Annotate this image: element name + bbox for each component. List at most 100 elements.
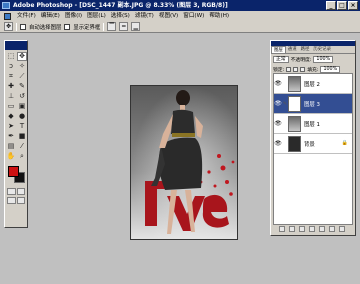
link-layers-icon[interactable]: [279, 226, 285, 232]
edit-mode-row: [5, 187, 27, 196]
show-bounds-checkbox[interactable]: [64, 23, 71, 30]
crop-tool-icon[interactable]: ⌗: [6, 72, 16, 81]
magic-wand-tool-icon[interactable]: ✧: [17, 62, 27, 71]
eye-icon[interactable]: 👁: [274, 80, 282, 87]
lasso-tool-icon[interactable]: ↄ: [6, 62, 16, 71]
options-bar: ✥ 自动选择图层 显示定界框 ▔ ═ ▁: [0, 21, 360, 33]
shape-tool-icon[interactable]: ■: [17, 132, 27, 141]
tab-history[interactable]: 历史记录: [311, 46, 333, 53]
layers-panel-footer: [273, 225, 353, 233]
delete-layer-icon[interactable]: [339, 226, 345, 232]
tab-channels[interactable]: 通道: [286, 46, 299, 53]
standard-mode-button[interactable]: [7, 188, 16, 195]
zoom-tool-icon[interactable]: ⌕: [17, 152, 27, 161]
separator: [16, 22, 17, 31]
close-button[interactable]: ×: [348, 1, 358, 10]
notes-tool-icon[interactable]: ▤: [6, 142, 16, 151]
layer-name[interactable]: 图层 3: [304, 100, 320, 108]
healing-brush-tool-icon[interactable]: ✚: [6, 82, 16, 91]
blur-tool-icon[interactable]: ◆: [6, 112, 16, 121]
eye-icon[interactable]: 👁: [274, 120, 282, 127]
layers-panel-tabs: 图层 通道 路径 历史记录: [271, 46, 355, 54]
fill-input[interactable]: 100%: [320, 65, 341, 73]
brush-tool-icon[interactable]: ✎: [17, 82, 27, 91]
auto-select-checkbox[interactable]: [20, 23, 26, 30]
show-bounds-label: 显示定界框: [73, 24, 101, 31]
screen-mode-standard-button[interactable]: [7, 197, 16, 204]
layer-row-layer-1[interactable]: 👁 图层 1: [274, 114, 352, 134]
layer-row-layer-2[interactable]: 👁 图层 2: [274, 74, 352, 94]
history-brush-tool-icon[interactable]: ↺: [17, 92, 27, 101]
path-selection-tool-icon[interactable]: ➤: [6, 122, 16, 131]
menu-image[interactable]: 图像(I): [64, 11, 83, 21]
hand-tool-icon[interactable]: ✋: [6, 152, 16, 161]
minimize-button[interactable]: _: [326, 1, 336, 10]
move-tool-icon[interactable]: ✥: [17, 52, 27, 61]
clone-stamp-tool-icon[interactable]: ⊥: [6, 92, 16, 101]
layer-thumbnail: [288, 95, 301, 112]
layer-row-layer-3[interactable]: 👁 ✎ 图层 3: [274, 94, 352, 114]
color-swatches: [7, 165, 25, 185]
layers-panel: 图层 通道 路径 历史记录 正常 不透明度: 100% 锁定: 填充: 100%…: [270, 40, 356, 236]
opacity-input[interactable]: 100%: [313, 55, 334, 63]
gradient-tool-icon[interactable]: ▣: [17, 102, 27, 111]
maximize-button[interactable]: □: [337, 1, 347, 10]
photoshop-logo-icon: [2, 2, 10, 9]
layer-name[interactable]: 图层 1: [304, 120, 320, 128]
dodge-tool-icon[interactable]: ●: [17, 112, 27, 121]
new-group-icon[interactable]: [319, 226, 325, 232]
align-middle-icon[interactable]: ═: [119, 22, 129, 31]
menu-view[interactable]: 视图(V): [158, 11, 179, 21]
document-canvas[interactable]: [130, 85, 238, 240]
lock-position-icon[interactable]: [300, 66, 306, 72]
title-bar: Adobe Photoshop - [DSC_1447 副本.JPG @ 8.3…: [0, 0, 360, 11]
type-tool-icon[interactable]: T: [17, 122, 27, 131]
tools-grid: ⬚ ✥ ↄ ✧ ⌗ ⟋ ✚ ✎ ⊥ ↺ ▭ ▣ ◆ ● ➤ T ✒ ■ ▤ ⁄ …: [5, 50, 27, 163]
pen-tool-icon[interactable]: ✒: [6, 132, 16, 141]
adjustment-layer-icon[interactable]: [309, 226, 315, 232]
menu-filter[interactable]: 滤镜(T): [134, 11, 155, 21]
fill-label: 填充:: [307, 67, 319, 73]
layer-thumbnail: [288, 115, 301, 132]
layer-name[interactable]: 图层 2: [304, 80, 320, 88]
layer-style-icon[interactable]: [289, 226, 295, 232]
app-menu-icon[interactable]: [4, 12, 11, 20]
eyedropper-tool-icon[interactable]: ⁄: [17, 142, 27, 151]
lock-transparency-icon[interactable]: [286, 66, 292, 72]
layer-thumbnail: [288, 135, 301, 152]
quick-mask-mode-button[interactable]: [16, 188, 25, 195]
foreground-color-swatch[interactable]: [8, 166, 19, 177]
layer-row-background[interactable]: 👁 背景 🔒: [274, 134, 352, 154]
toolbox-panel: ⬚ ✥ ↄ ✧ ⌗ ⟋ ✚ ✎ ⊥ ↺ ▭ ▣ ◆ ● ➤ T ✒ ■ ▤ ⁄ …: [4, 40, 28, 228]
align-bottom-icon[interactable]: ▁: [131, 22, 141, 31]
separator: [103, 22, 105, 31]
tab-layers[interactable]: 图层: [271, 46, 286, 53]
screen-mode-row: [5, 196, 27, 205]
marquee-tool-icon[interactable]: ⬚: [6, 52, 16, 61]
lock-icon: 🔒: [341, 140, 348, 146]
move-tool-preset-icon[interactable]: ✥: [4, 22, 13, 31]
toolbox-header[interactable]: [5, 41, 27, 50]
layer-name[interactable]: 背景: [304, 140, 315, 148]
menu-file[interactable]: 文件(F): [16, 11, 37, 21]
slice-tool-icon[interactable]: ⟋: [17, 72, 27, 81]
align-top-icon[interactable]: ▔: [107, 22, 117, 31]
layer-mask-icon[interactable]: [299, 226, 305, 232]
opacity-label: 不透明度:: [290, 57, 312, 63]
screen-mode-full-button[interactable]: [16, 197, 25, 204]
menu-layer[interactable]: 图层(L): [86, 11, 107, 21]
eraser-tool-icon[interactable]: ▭: [6, 102, 16, 111]
lock-pixels-icon[interactable]: [293, 66, 299, 72]
eye-icon[interactable]: 👁: [274, 100, 282, 107]
tab-paths[interactable]: 路径: [299, 46, 312, 53]
blend-mode-select[interactable]: 正常: [273, 55, 289, 63]
window-controls: _ □ ×: [326, 1, 358, 10]
lock-label: 锁定:: [273, 67, 285, 73]
eye-icon[interactable]: 👁: [274, 140, 282, 147]
menu-select[interactable]: 选择(S): [110, 11, 131, 21]
auto-select-label: 自动选择图层: [29, 24, 62, 31]
menu-edit[interactable]: 编辑(E): [40, 11, 61, 21]
new-layer-icon[interactable]: [329, 226, 335, 232]
menu-help[interactable]: 帮助(H): [208, 11, 230, 21]
menu-window[interactable]: 窗口(W): [182, 11, 205, 21]
